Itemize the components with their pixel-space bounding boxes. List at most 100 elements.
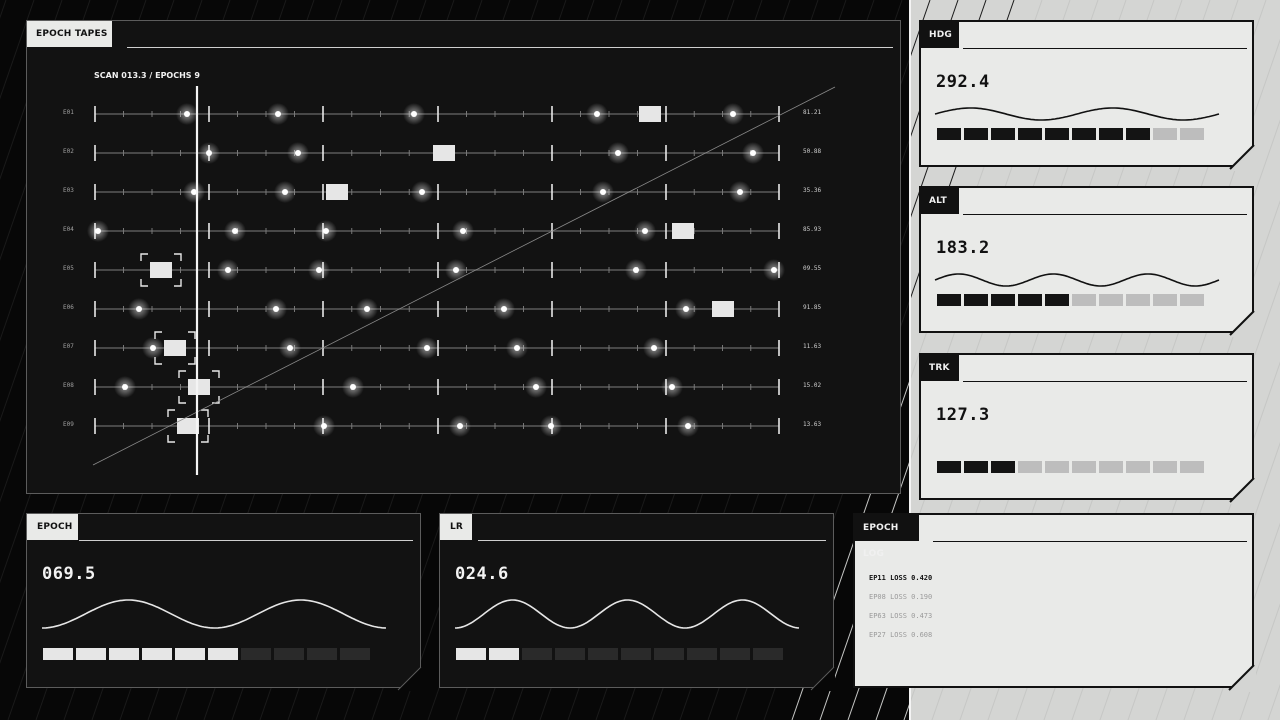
panel-top-rule (963, 214, 1247, 215)
progress-segment (720, 648, 750, 660)
progress-segment (1045, 128, 1069, 140)
lr-value: 024.6 (455, 564, 509, 584)
progress-segment (1153, 128, 1177, 140)
tape-block (672, 223, 694, 239)
progress-segment (1180, 128, 1204, 140)
tape-marker (364, 306, 370, 312)
tape-block (433, 145, 455, 161)
tape-marker (206, 150, 212, 156)
epoch-panel: EPOCH 069.5 (26, 513, 422, 691)
tape-row-value: 50.88 (803, 148, 822, 155)
tape-row-id: E09 (63, 421, 74, 428)
progress-segment (1099, 294, 1123, 306)
tape-block (326, 184, 348, 200)
diagonal-trend-line (92, 86, 836, 466)
tape-marker (184, 111, 190, 117)
alt-value: 183.2 (936, 238, 990, 258)
tape-marker (424, 345, 430, 351)
tape-row (94, 370, 780, 404)
tape-row-id: E02 (63, 148, 74, 155)
progress-segment (1045, 294, 1069, 306)
tape-row-value: 11.63 (803, 343, 822, 350)
progress-segment (109, 648, 139, 660)
epoch-log-title: EPOCH LOG (855, 515, 919, 559)
tape-block (639, 106, 661, 122)
tape-block (164, 340, 186, 356)
tape-marker (501, 306, 507, 312)
tape-row-id: E07 (63, 343, 74, 350)
progress-segment (522, 648, 552, 660)
tape-row (94, 331, 780, 365)
alt-title: ALT (921, 188, 959, 214)
epoch-value: 069.5 (42, 564, 96, 584)
log-entry: EP27 LOSS 0.608 (869, 631, 933, 639)
target-bracket (154, 331, 196, 365)
tape-marker (95, 228, 101, 234)
progress-segment (142, 648, 172, 660)
progress-segment (654, 648, 684, 660)
wave-line (454, 599, 800, 629)
tape-marker (136, 306, 142, 312)
tape-row-id: E01 (63, 109, 74, 116)
progress-segment (964, 294, 988, 306)
epoch-tapes-title: EPOCH TAPES (27, 21, 112, 47)
progress-segment (241, 648, 271, 660)
progress-segment (937, 461, 961, 473)
tape-marker (651, 345, 657, 351)
progress-segment (1018, 461, 1042, 473)
progress-segment (1180, 294, 1204, 306)
tape-marker (633, 267, 639, 273)
progress-segment (43, 648, 73, 660)
target-bracket (167, 409, 209, 443)
tape-marker (600, 189, 606, 195)
tape-row (94, 298, 780, 320)
progress-segment (307, 648, 337, 660)
target-bracket (178, 370, 220, 404)
tape-marker (225, 267, 231, 273)
tape-row-value: 91.85 (803, 304, 822, 311)
progress-segment (1072, 294, 1096, 306)
tape-marker (287, 345, 293, 351)
tape-marker (232, 228, 238, 234)
tape-row (94, 409, 780, 443)
progress-segment (937, 128, 961, 140)
tape-marker (642, 228, 648, 234)
progress-segment (175, 648, 205, 660)
scan-label: SCAN 013.3 / EPOCHS 9 (94, 71, 200, 80)
panel-top-rule (478, 540, 826, 541)
alt-gauge-panel: ALT 183.2 (919, 186, 1256, 337)
tape-row (94, 142, 780, 164)
progress-segment (1072, 128, 1096, 140)
tape-marker (282, 189, 288, 195)
progress-segment (1153, 461, 1177, 473)
tape-marker (737, 189, 743, 195)
lr-panel: LR 024.6 (439, 513, 835, 691)
epoch-tapes-panel: EPOCH TAPES SCAN 013.3 / EPOCHS 9 E01 81.… (26, 20, 901, 494)
progress-segment (76, 648, 106, 660)
trk-title: TRK (921, 355, 959, 381)
tape-marker (323, 228, 329, 234)
tape-row (94, 253, 785, 287)
progress-segment (1126, 128, 1150, 140)
epoch-progress (43, 648, 370, 660)
tape-marker (453, 267, 459, 273)
progress-segment (1018, 128, 1042, 140)
tape-block (712, 301, 734, 317)
tape-marker (683, 306, 689, 312)
tape-marker (457, 423, 463, 429)
tape-marker (122, 384, 128, 390)
progress-segment (964, 128, 988, 140)
progress-segment (991, 461, 1015, 473)
tape-row-value: 35.36 (803, 187, 822, 194)
target-bracket (140, 253, 182, 287)
panel-top-rule (963, 48, 1247, 49)
tape-marker (771, 267, 777, 273)
panel-top-rule (127, 47, 893, 48)
tape-marker (615, 150, 621, 156)
log-entry: EP08 LOSS 0.190 (869, 593, 933, 601)
tape-marker (685, 423, 691, 429)
tape-marker (191, 189, 197, 195)
tape-marker (411, 111, 417, 117)
progress-segment (991, 128, 1015, 140)
panel-top-rule (963, 381, 1247, 382)
